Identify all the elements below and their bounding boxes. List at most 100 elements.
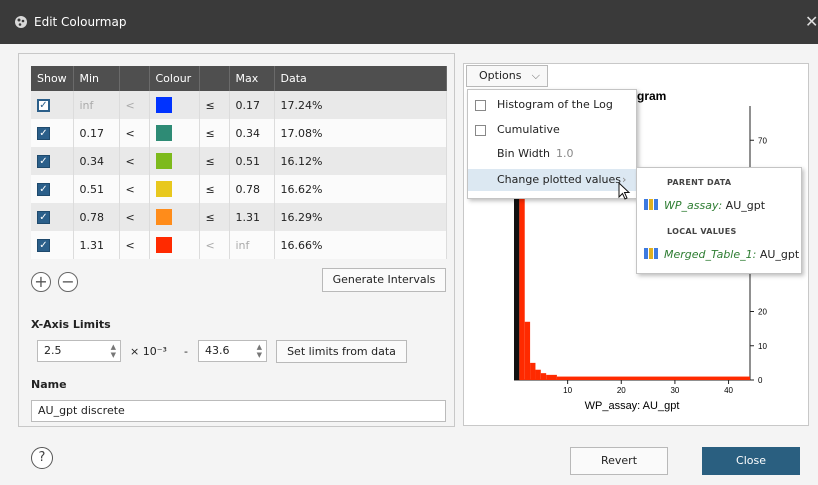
show-checkbox[interactable]: ✓ [37, 239, 50, 252]
colour-swatch[interactable] [155, 237, 172, 253]
menu-item-cumulative[interactable]: Cumulative [468, 119, 636, 141]
op2-cell: ≤ [199, 119, 230, 147]
column-header-min: Min [73, 66, 120, 91]
submenu-item-parent-data[interactable]: WP_assay: AU_gpt [644, 199, 765, 212]
options-menu: Histogram of the Log Cumulative Bin Widt… [467, 89, 637, 199]
table-row: ✓ 0.78 < ≤ 1.31 16.29% [31, 203, 447, 231]
min-cell[interactable]: 0.51 [73, 175, 120, 203]
close-button[interactable]: Close [702, 447, 800, 475]
parent-item-column: AU_gpt [722, 199, 766, 212]
histogram-bar [524, 321, 531, 380]
op1-cell: < [119, 91, 150, 119]
histogram-bar [546, 374, 557, 380]
table-row: ✓ inf < ≤ 0.17 17.24% [31, 91, 447, 119]
max-cell[interactable]: 0.34 [229, 119, 275, 147]
data-cell: 16.66% [274, 231, 447, 259]
table-row: ✓ 1.31 < < inf 16.66% [31, 231, 447, 259]
table-icon [644, 248, 658, 259]
data-cell: 16.29% [274, 203, 447, 231]
set-limits-button[interactable]: Set limits from data [276, 340, 407, 363]
max-cell[interactable]: 0.51 [229, 147, 275, 175]
op1-cell: < [119, 203, 150, 231]
y-tick-label: 20 [758, 308, 767, 317]
max-cell[interactable]: 0.78 [229, 175, 275, 203]
menu-item-label: Histogram of the Log [497, 98, 613, 111]
edit-colourmap-dialog: Edit Colourmap ✕ Show Min Colour Max Dat… [0, 0, 818, 485]
cumulative-checkbox[interactable] [475, 125, 486, 136]
generate-intervals-button[interactable]: Generate Intervals [322, 268, 446, 292]
x-axis-multiplier: × 10⁻³ [130, 345, 167, 358]
op2-cell: ≤ [199, 91, 230, 119]
histogram-log-checkbox[interactable] [475, 100, 486, 111]
add-interval-button[interactable]: + [31, 272, 51, 292]
column-header-max: Max [229, 66, 275, 91]
max-cell[interactable]: inf [229, 231, 275, 259]
x-axis-max-input[interactable]: 43.6 ▲ ▼ [198, 340, 267, 362]
colour-swatch[interactable] [155, 153, 172, 169]
data-cell: 17.24% [274, 91, 447, 119]
min-cell[interactable]: 0.78 [73, 203, 120, 231]
spin-arrows-icon[interactable]: ▲ ▼ [111, 343, 116, 359]
min-cell[interactable]: 0.34 [73, 147, 120, 175]
column-header-colour: Colour [149, 66, 200, 91]
spin-arrows-icon[interactable]: ▲ ▼ [257, 343, 262, 359]
column-header-op2 [199, 66, 230, 91]
max-cell[interactable]: 1.31 [229, 203, 275, 231]
show-checkbox[interactable]: ✓ [37, 155, 50, 168]
table-row: ✓ 0.34 < ≤ 0.51 16.12% [31, 147, 447, 175]
y-tick-label: 10 [758, 342, 767, 351]
menu-item-label: Change plotted values [497, 173, 622, 186]
local-item-name: Merged_Table_1: [664, 248, 757, 261]
column-header-data: Data [274, 66, 447, 91]
data-cell: 17.08% [274, 119, 447, 147]
y-tick-label: 0 [758, 376, 763, 385]
remove-interval-button[interactable]: − [58, 272, 78, 292]
max-cell[interactable]: 0.17 [229, 91, 275, 119]
submenu-item-local-values[interactable]: Merged_Table_1: AU_gpt [644, 248, 799, 261]
x-axis-max-value: 43.6 [205, 344, 230, 357]
local-values-header: LOCAL VALUES [667, 227, 737, 236]
colour-swatch[interactable] [155, 125, 172, 141]
name-input[interactable]: AU_gpt discrete [31, 400, 446, 422]
min-cell[interactable]: inf [73, 91, 120, 119]
data-cell: 16.62% [274, 175, 447, 203]
show-checkbox[interactable]: ✓ [37, 99, 50, 112]
x-axis-min-input[interactable]: 2.5 ▲ ▼ [37, 340, 121, 362]
close-icon[interactable]: ✕ [805, 12, 818, 31]
menu-item-bin-width[interactable]: Bin Width 1.0 [468, 143, 636, 165]
chart-title: gram [637, 89, 666, 103]
show-checkbox[interactable]: ✓ [37, 211, 50, 224]
chevron-down-icon: ⌵ [531, 69, 540, 82]
change-plotted-values-submenu: PARENT DATA WP_assay: AU_gpt LOCAL VALUE… [636, 167, 802, 274]
revert-button[interactable]: Revert [570, 447, 668, 475]
table-row: ✓ 0.51 < ≤ 0.78 16.62% [31, 175, 447, 203]
show-checkbox[interactable]: ✓ [37, 127, 50, 140]
op1-cell: < [119, 231, 150, 259]
name-label: Name [31, 378, 67, 391]
show-checkbox[interactable]: ✓ [37, 183, 50, 196]
options-button[interactable]: Options ⌵ [466, 65, 548, 87]
menu-item-histogram-log[interactable]: Histogram of the Log [468, 94, 636, 116]
colour-swatch[interactable] [155, 181, 172, 197]
op1-cell: < [119, 175, 150, 203]
bin-width-label: Bin Width [497, 147, 551, 160]
x-axis-ticks: 10 20 30 40 [563, 380, 734, 395]
parent-data-header: PARENT DATA [667, 178, 732, 187]
x-axis-min-value: 2.5 [44, 344, 62, 357]
histogram-bar [530, 362, 536, 380]
colour-swatch[interactable] [155, 209, 172, 225]
parent-item-name: WP_assay: [664, 199, 723, 212]
x-axis-label: WP_assay: AU_gpt [585, 400, 680, 412]
min-cell[interactable]: 1.31 [73, 231, 120, 259]
op2-cell: ≤ [199, 147, 230, 175]
help-button[interactable]: ? [31, 447, 53, 469]
histogram-bar [535, 369, 541, 380]
column-header-op1 [119, 66, 150, 91]
dialog-title: Edit Colourmap [34, 15, 127, 29]
min-cell[interactable]: 0.17 [73, 119, 120, 147]
menu-item-change-plotted-values[interactable]: Change plotted values › [468, 169, 636, 191]
local-item-column: AU_gpt [756, 248, 800, 261]
colour-swatch[interactable] [155, 97, 172, 113]
op2-cell: < [199, 231, 230, 259]
table-header-row: Show Min Colour Max Data [31, 66, 447, 91]
